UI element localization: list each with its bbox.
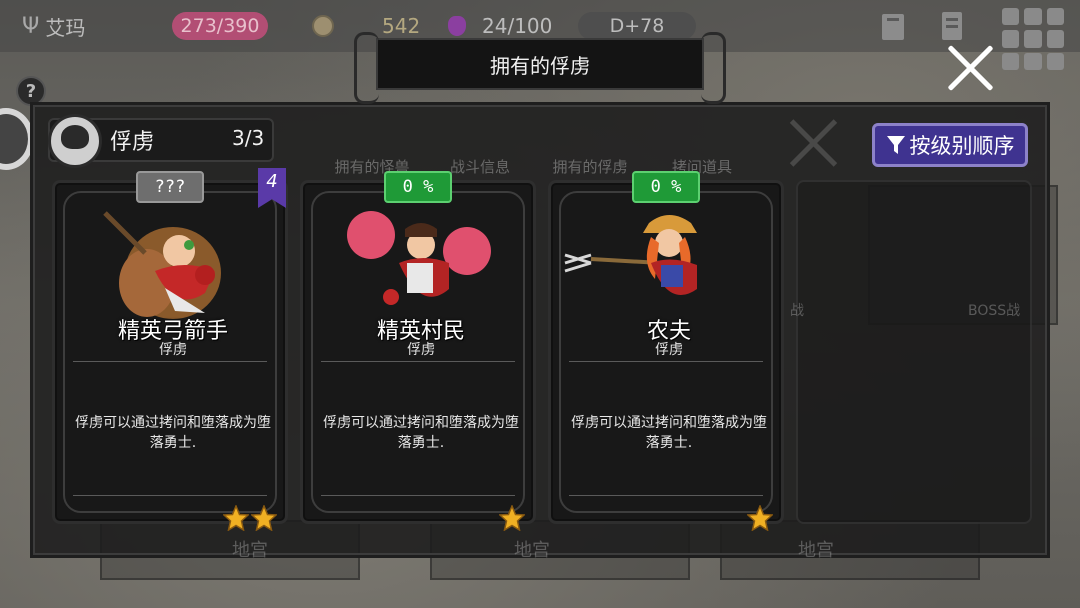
hp-value: 273/390 [180,15,260,37]
rank-stars [747,505,773,531]
rank-stars [499,505,525,531]
sort-label: 按级别顺序 [909,134,1015,158]
captive-count: 3/3 [232,126,265,150]
card-divider [569,495,763,496]
filter-icon [886,136,905,154]
star-icon [499,505,525,531]
captive-card[interactable]: 0 % 农夫 俘虏 俘虏可以通过拷问和堕落成为堕落勇士. [548,171,784,531]
gold-value: 542 [382,14,421,38]
farmer-sprite [564,215,697,296]
captive-type: 俘虏 [655,342,683,358]
card-divider [73,495,267,496]
captive-head-icon [48,114,102,168]
star-icon [223,505,249,531]
background-label: 战 [790,303,804,319]
villager-sprite [347,211,491,305]
background-tab: 战斗信息 [449,158,510,176]
background-close-icon [788,118,838,168]
sort-by-level-button[interactable]: 按级别顺序 [872,123,1028,167]
scroll-icon[interactable] [936,10,968,42]
day-value: D+78 [609,15,665,37]
mana-value: 24/100 [482,14,553,38]
background-tab: 拷问道具 [671,158,732,176]
empty-card-slot [796,180,1032,524]
captive-card[interactable]: ??? 精英弓箭手 俘虏 俘虏可以通过拷问和堕落成为堕落勇士. [52,171,288,531]
captive-type: 俘虏 [407,342,435,358]
hp-bar: 273/390 [172,12,268,40]
coin-icon [312,15,334,37]
background-tab: 拥有的俘虏 [552,158,628,176]
corruption-badge: 0 % [632,171,700,203]
star-icon [251,505,277,531]
captive-card[interactable]: 0 % 精英村民 俘虏 俘虏可以通过拷问和堕落成为堕落勇士. [300,171,536,531]
day-counter: D+78 [578,12,696,40]
captive-description: 俘虏可以通过拷问和堕落成为堕落勇士. [323,415,519,451]
player-info: Ψ 艾玛 [22,12,85,40]
card-divider [569,361,763,362]
background-tab: 拥有的怪兽 [334,158,410,176]
level-flag-value: 4 [266,171,278,192]
star-icon [747,505,773,531]
menu-grid-icon[interactable] [1002,8,1064,70]
captive-type: 俘虏 [159,342,187,358]
background-label: 地宫 [514,540,550,561]
close-button[interactable] [944,42,996,94]
dialog-title-banner: 拥有的俘虏 [354,32,726,104]
potion-icon [448,16,466,36]
rank-stars [223,505,277,531]
captive-description: 俘虏可以通过拷问和堕落成为堕落勇士. [75,415,271,451]
card-divider [73,361,267,362]
captive-description: 俘虏可以通过拷问和堕落成为堕落勇士. [571,415,767,451]
mana-counter: 24/100 [448,12,552,40]
background-label: 地宫 [798,540,834,561]
captive-label: 俘虏 [110,130,155,155]
background-label: BOSS战 [968,303,1021,319]
card-divider [321,495,515,496]
dialog-title: 拥有的俘虏 [490,53,590,78]
player-name: 艾玛 [45,15,86,40]
card-divider [321,361,515,362]
book-icon[interactable] [878,10,910,42]
trident-icon: Ψ [22,13,40,39]
archer-sprite [103,211,221,319]
corruption-badge: 0 % [384,171,452,203]
corruption-badge: ??? [136,171,204,203]
background-label: 地宫 [232,540,268,561]
